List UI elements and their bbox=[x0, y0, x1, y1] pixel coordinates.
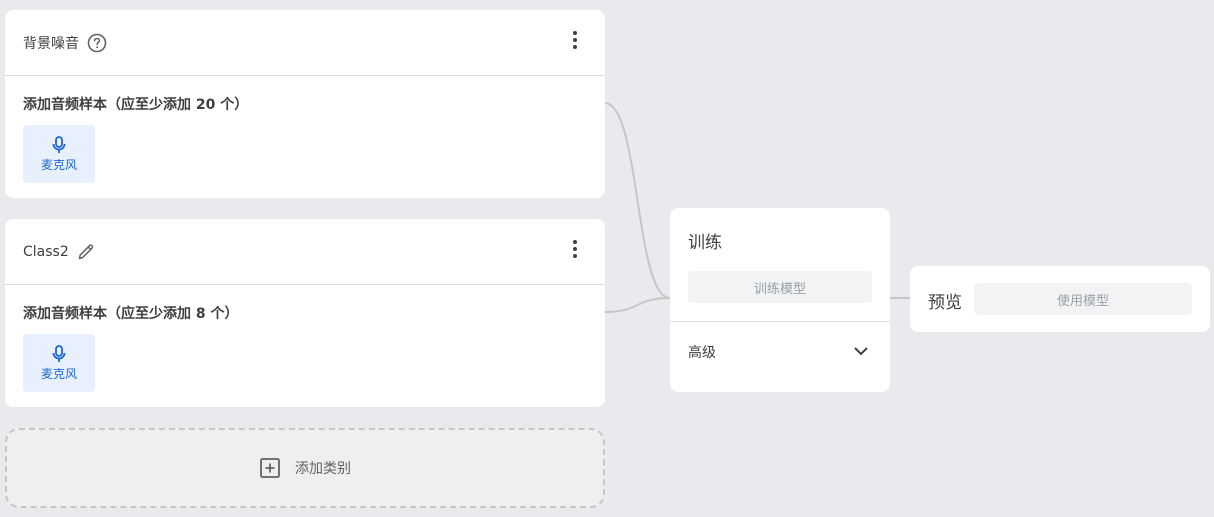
divider bbox=[670, 321, 890, 322]
add-class-label: 添加类别 bbox=[295, 461, 351, 477]
use-model-button[interactable]: 使用模型 bbox=[974, 283, 1192, 315]
class-name[interactable]: Class2 bbox=[23, 244, 69, 260]
edit-icon[interactable] bbox=[77, 243, 95, 261]
class-card-body: 添加音频样本（应至少添加 8 个） 麦克风 bbox=[5, 285, 605, 392]
train-model-button[interactable]: 训练模型 bbox=[688, 271, 872, 303]
more-vert-icon[interactable] bbox=[569, 28, 581, 52]
microphone-button[interactable]: 麦克风 bbox=[23, 125, 95, 183]
class-card-body: 添加音频样本（应至少添加 20 个） 麦克风 bbox=[5, 76, 605, 183]
advanced-label[interactable]: 高级 bbox=[688, 342, 716, 362]
help-icon[interactable] bbox=[87, 33, 107, 53]
sample-prompt: 添加音频样本（应至少添加 20 个） bbox=[23, 97, 249, 113]
class-card-header: 背景噪音 bbox=[5, 10, 605, 76]
microphone-label: 麦克风 bbox=[40, 157, 77, 172]
add-class-button[interactable]: 添加类别 bbox=[5, 428, 605, 508]
connector-class2-train bbox=[604, 297, 671, 313]
chevron-down-icon[interactable] bbox=[852, 344, 870, 358]
training-title: 训练 bbox=[688, 233, 722, 253]
mic-icon bbox=[52, 344, 66, 362]
microphone-label: 麦克风 bbox=[40, 366, 77, 381]
class-card-background-noise: 背景噪音 添加音频样本（应至少添加 20 个） 麦克风 bbox=[5, 10, 605, 198]
microphone-button[interactable]: 麦克风 bbox=[23, 334, 95, 392]
class-name: 背景噪音 bbox=[23, 35, 79, 52]
connector-class1-train bbox=[604, 102, 671, 299]
teachable-machine-canvas: 背景噪音 添加音频样本（应至少添加 20 个） 麦克风 Class2 添加音频样… bbox=[0, 0, 1214, 517]
sample-prompt: 添加音频样本（应至少添加 8 个） bbox=[23, 306, 239, 322]
add-box-icon bbox=[260, 458, 280, 478]
preview-card: 预览 使用模型 bbox=[910, 266, 1210, 332]
class-card-header: Class2 bbox=[5, 219, 605, 285]
more-vert-icon[interactable] bbox=[569, 237, 581, 261]
mic-icon bbox=[52, 135, 66, 153]
preview-title: 预览 bbox=[928, 293, 962, 313]
training-card: 训练 训练模型 高级 bbox=[670, 208, 890, 392]
class-card-class2: Class2 添加音频样本（应至少添加 8 个） 麦克风 bbox=[5, 219, 605, 407]
